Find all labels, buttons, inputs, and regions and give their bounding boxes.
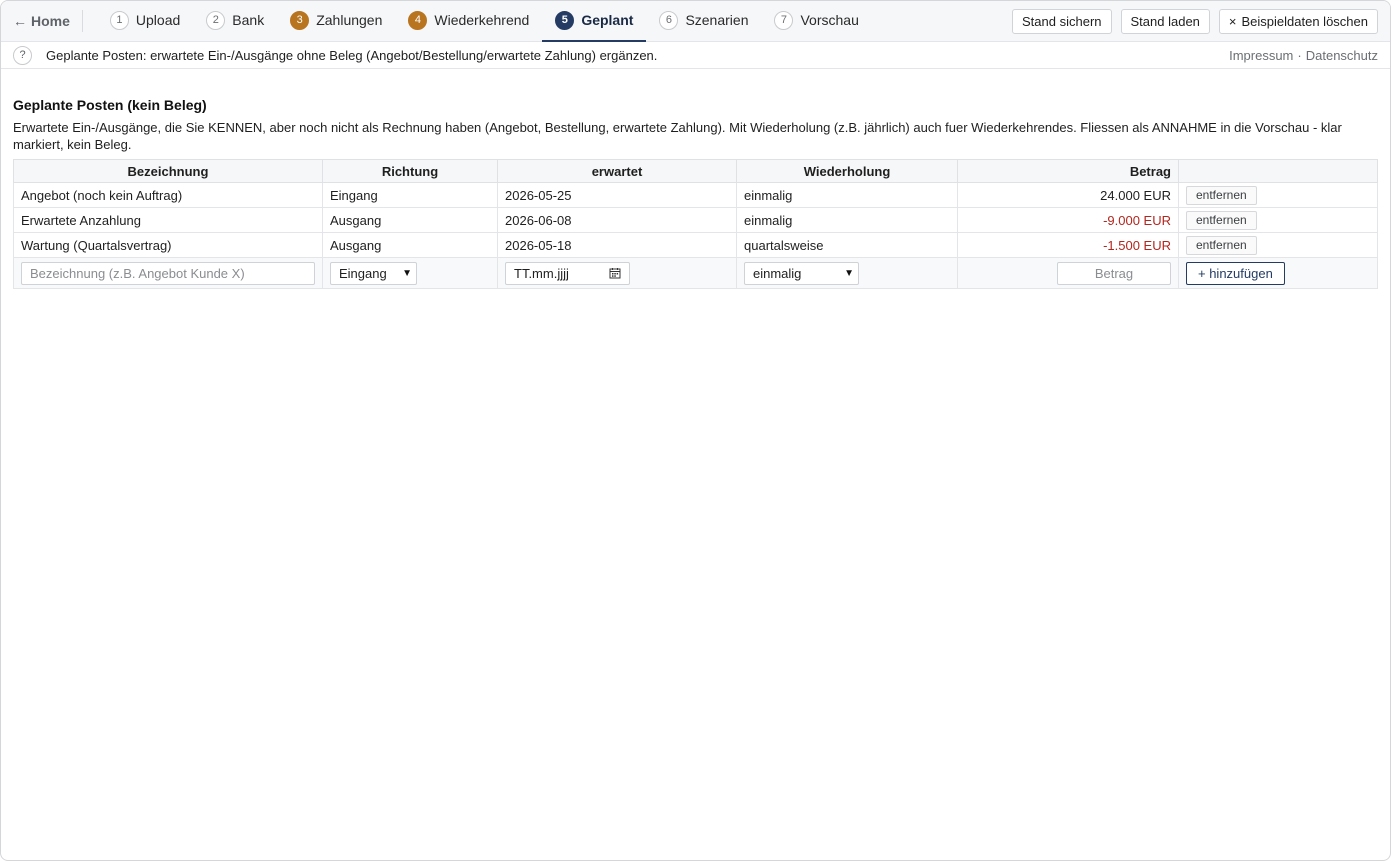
table-row: Wartung (Quartalsvertrag) Ausgang 2026-0…	[13, 232, 1378, 258]
step-number: 1	[109, 10, 129, 30]
chevron-down-icon: ▼	[844, 267, 854, 279]
hint-bar: ? Geplante Posten: erwartete Ein-/Ausgän…	[1, 42, 1390, 69]
close-icon: ×	[1228, 13, 1237, 29]
cell-actions: entfernen	[1178, 232, 1378, 258]
add-date-cell: TT.mm.jjjj	[497, 257, 737, 289]
step-number: 7	[774, 10, 794, 30]
cell-direction: Ausgang	[322, 232, 498, 258]
top-navigation: ← Home 1 Upload 2 Bank 3 Zahlungen 4 Wie…	[1, 1, 1390, 42]
step-number: 4	[408, 10, 428, 30]
clear-sample-data-label: Beispieldaten löschen	[1241, 13, 1368, 29]
tab-vorschau[interactable]: 7 Vorschau	[761, 1, 871, 42]
remove-button[interactable]: entfernen	[1186, 235, 1257, 255]
tab-szenarien[interactable]: 6 Szenarien	[646, 1, 761, 42]
step-label: Zahlungen	[316, 12, 383, 28]
table-row: Angebot (noch kein Auftrag) Eingang 2026…	[13, 182, 1378, 208]
tab-upload[interactable]: 1 Upload	[97, 1, 193, 42]
home-link[interactable]: ← Home	[13, 10, 83, 32]
tab-geplant[interactable]: 5 Geplant	[542, 1, 647, 42]
header-direction: Richtung	[322, 159, 498, 183]
step-number: 6	[659, 10, 679, 30]
legal-separator: ·	[1297, 47, 1302, 63]
calendar-icon[interactable]	[609, 267, 621, 279]
add-direction-cell: Eingang ▼	[322, 257, 498, 289]
cell-amount: -1.500 EUR	[957, 232, 1179, 258]
legal-links: Impressum · Datenschutz	[1229, 48, 1378, 63]
add-repeat-cell: einmalig ▼	[736, 257, 958, 289]
add-amount-cell	[957, 257, 1179, 289]
step-label: Wiederkehrend	[434, 12, 530, 28]
direction-select-value: Eingang	[339, 265, 387, 281]
header-name: Bezeichnung	[13, 159, 323, 183]
cell-amount: 24.000 EUR	[957, 182, 1179, 208]
tab-wiederkehrend[interactable]: 4 Wiederkehrend	[395, 1, 542, 42]
main-content: Geplante Posten (kein Beleg) Erwartete E…	[1, 69, 1390, 289]
repeat-select[interactable]: einmalig ▼	[744, 261, 859, 285]
step-tabs: 1 Upload 2 Bank 3 Zahlungen 4 Wiederkehr…	[97, 1, 872, 42]
hint-text: Geplante Posten: erwartete Ein-/Ausgänge…	[46, 47, 658, 63]
header-repeat: Wiederholung	[736, 159, 958, 183]
cell-expected: 2026-05-25	[497, 182, 737, 208]
date-input[interactable]: TT.mm.jjjj	[505, 261, 630, 285]
cell-actions: entfernen	[1178, 182, 1378, 208]
datenschutz-link[interactable]: Datenschutz	[1306, 48, 1378, 63]
step-label: Vorschau	[800, 12, 859, 28]
load-state-button[interactable]: Stand laden	[1120, 8, 1210, 34]
tab-zahlungen[interactable]: 3 Zahlungen	[277, 1, 395, 42]
arrow-left-icon: ←	[13, 13, 27, 29]
home-label: Home	[31, 13, 70, 29]
repeat-select-value: einmalig	[753, 265, 802, 281]
cell-direction: Ausgang	[322, 207, 498, 233]
section-title: Geplante Posten (kein Beleg)	[13, 97, 207, 113]
help-icon[interactable]: ?	[13, 45, 32, 65]
cell-expected: 2026-06-08	[497, 207, 737, 233]
step-number: 3	[290, 10, 310, 30]
cell-direction: Eingang	[322, 182, 498, 208]
add-action-cell: + hinzufügen	[1178, 257, 1378, 289]
cell-actions: entfernen	[1178, 207, 1378, 233]
cell-amount: -9.000 EUR	[957, 207, 1179, 233]
cell-name: Wartung (Quartalsvertrag)	[13, 232, 323, 258]
chevron-down-icon: ▼	[402, 267, 412, 279]
step-label: Upload	[135, 12, 181, 28]
cell-name: Angebot (noch kein Auftrag)	[13, 182, 323, 208]
table-row: Erwartete Anzahlung Ausgang 2026-06-08 e…	[13, 207, 1378, 233]
remove-button[interactable]: entfernen	[1186, 185, 1257, 205]
table-header-row: Bezeichnung Richtung erwartet Wiederholu…	[13, 159, 1378, 183]
step-label: Geplant	[581, 12, 634, 28]
planned-items-table: Bezeichnung Richtung erwartet Wiederholu…	[13, 159, 1378, 289]
amount-input[interactable]	[1057, 261, 1171, 285]
step-label: Bank	[232, 12, 265, 28]
app-window: ← Home 1 Upload 2 Bank 3 Zahlungen 4 Wie…	[0, 0, 1391, 861]
date-placeholder: TT.mm.jjjj	[514, 265, 569, 281]
add-item-button[interactable]: + hinzufügen	[1186, 261, 1285, 285]
add-name-cell	[13, 257, 323, 289]
nav-actions: Stand sichern Stand laden × Beispieldate…	[1012, 8, 1378, 34]
header-amount: Betrag	[957, 159, 1179, 183]
step-number: 5	[555, 10, 575, 30]
name-input[interactable]	[21, 261, 315, 285]
section-description: Erwartete Ein-/Ausgänge, die Sie KENNEN,…	[13, 120, 1342, 152]
clear-sample-data-button[interactable]: × Beispieldaten löschen	[1218, 8, 1378, 34]
cell-repeat: quartalsweise	[736, 232, 958, 258]
tab-bank[interactable]: 2 Bank	[193, 1, 277, 42]
direction-select[interactable]: Eingang ▼	[330, 261, 417, 285]
cell-repeat: einmalig	[736, 207, 958, 233]
cell-expected: 2026-05-18	[497, 232, 737, 258]
impressum-link[interactable]: Impressum	[1229, 48, 1293, 63]
header-actions	[1178, 159, 1378, 183]
add-item-row: Eingang ▼ TT.mm.jjjj	[13, 257, 1378, 289]
save-state-button[interactable]: Stand sichern	[1012, 8, 1112, 34]
cell-name: Erwartete Anzahlung	[13, 207, 323, 233]
step-number: 2	[206, 10, 226, 30]
header-expected: erwartet	[497, 159, 737, 183]
cell-repeat: einmalig	[736, 182, 958, 208]
remove-button[interactable]: entfernen	[1186, 210, 1257, 230]
step-label: Szenarien	[685, 12, 749, 28]
